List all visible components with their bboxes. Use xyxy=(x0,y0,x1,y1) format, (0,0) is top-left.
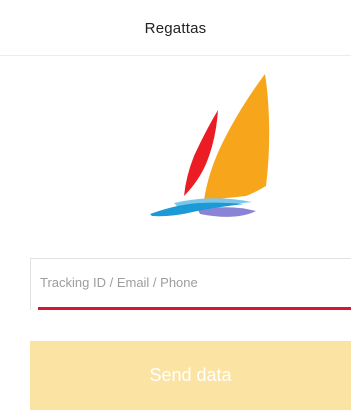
sailboat-logo-icon xyxy=(150,74,270,217)
input-underline xyxy=(38,307,351,310)
tracking-id-input[interactable] xyxy=(31,259,351,305)
top-bar: Regattas xyxy=(0,0,351,56)
tracking-input-container xyxy=(30,258,351,310)
send-data-button[interactable]: Send data xyxy=(30,341,351,410)
page-title: Regattas xyxy=(144,20,207,37)
